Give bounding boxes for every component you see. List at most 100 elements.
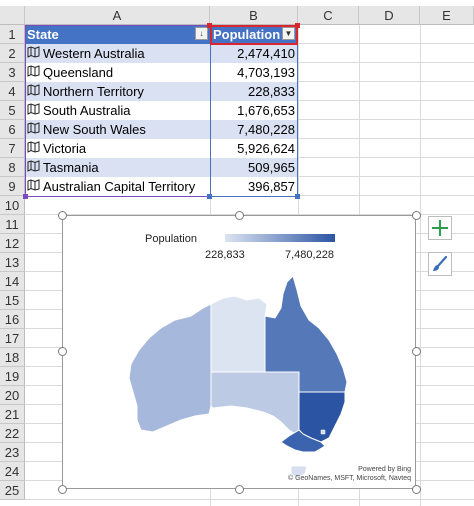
- column-header-d[interactable]: D: [359, 6, 420, 25]
- row-header-1[interactable]: 1: [0, 25, 25, 44]
- population-value[interactable]: 509,965: [210, 158, 298, 177]
- row-header-20[interactable]: 20: [0, 386, 25, 405]
- table-row[interactable]: New South Wales: [25, 120, 210, 139]
- legend-title: Population: [145, 233, 197, 245]
- region-australian-capital-territory[interactable]: [320, 429, 326, 435]
- legend-gradient: [225, 234, 335, 242]
- row-header-21[interactable]: 21: [0, 405, 25, 424]
- column-header-b[interactable]: B: [210, 6, 298, 25]
- map-icon: [27, 139, 40, 158]
- map-icon: [27, 101, 40, 120]
- map-icon: [27, 177, 40, 196]
- row-header-7[interactable]: 7: [0, 139, 25, 158]
- row-header-13[interactable]: 13: [0, 253, 25, 272]
- row-header-19[interactable]: 19: [0, 367, 25, 386]
- paintbrush-icon: [433, 255, 448, 271]
- map-icon: [27, 120, 40, 139]
- gridline: [25, 499, 474, 500]
- chart-resize-handle[interactable]: [58, 485, 67, 494]
- table-row[interactable]: Australian Capital Territory: [25, 177, 210, 196]
- range-handle[interactable]: [207, 23, 212, 28]
- row-header-15[interactable]: 15: [0, 291, 25, 310]
- state-name: Victoria: [43, 141, 87, 156]
- population-value[interactable]: 228,833: [210, 82, 298, 101]
- column-header-a[interactable]: A: [25, 6, 210, 25]
- map-icon: [27, 63, 40, 82]
- chart-resize-handle[interactable]: [412, 485, 421, 494]
- filter-button-population[interactable]: ▼: [282, 27, 295, 40]
- population-value[interactable]: 2,474,410: [210, 44, 298, 63]
- table-row[interactable]: South Australia: [25, 101, 210, 120]
- map-icon: [27, 158, 40, 177]
- state-name: Queensland: [43, 65, 114, 80]
- chart-resize-handle[interactable]: [58, 347, 67, 356]
- region-south-australia[interactable]: [210, 371, 300, 437]
- row-header-24[interactable]: 24: [0, 462, 25, 481]
- row-header-5[interactable]: 5: [0, 101, 25, 120]
- row-header-17[interactable]: 17: [0, 329, 25, 348]
- row-header-8[interactable]: 8: [0, 158, 25, 177]
- state-name: South Australia: [43, 103, 131, 118]
- table-row[interactable]: Northern Territory: [25, 82, 210, 101]
- row-header-12[interactable]: 12: [0, 234, 25, 253]
- attribution-sources: © GeoNames, MSFT, Microsoft, Navteq: [288, 474, 411, 482]
- range-handle[interactable]: [23, 194, 28, 199]
- state-name: New South Wales: [43, 122, 146, 137]
- chart-resize-handle[interactable]: [58, 211, 67, 220]
- row-header-23[interactable]: 23: [0, 443, 25, 462]
- map-icon: [27, 82, 40, 101]
- sort-filter-button-state[interactable]: ↓: [195, 27, 208, 40]
- table-row[interactable]: Western Australia: [25, 44, 210, 63]
- state-name: Tasmania: [43, 160, 99, 175]
- state-name: Western Australia: [43, 46, 145, 61]
- chart-styles-button[interactable]: [428, 252, 452, 276]
- filled-map-chart[interactable]: Population 228,833 7,480,228 Powered by …: [62, 215, 416, 489]
- range-handle[interactable]: [295, 23, 300, 28]
- chart-resize-handle[interactable]: [235, 485, 244, 494]
- table-header-population[interactable]: Population ▼: [210, 25, 298, 44]
- row-header-9[interactable]: 9: [0, 177, 25, 196]
- select-all-corner[interactable]: [0, 6, 25, 25]
- row-header-4[interactable]: 4: [0, 82, 25, 101]
- row-header-11[interactable]: 11: [0, 215, 25, 234]
- row-header-25[interactable]: 25: [0, 481, 25, 500]
- table-header-state[interactable]: State ↓: [25, 25, 210, 44]
- range-handle[interactable]: [207, 194, 212, 199]
- chart-resize-handle[interactable]: [412, 211, 421, 220]
- population-value[interactable]: 7,480,228: [210, 120, 298, 139]
- row-header-10[interactable]: 10: [0, 196, 25, 215]
- row-header-22[interactable]: 22: [0, 424, 25, 443]
- table-row[interactable]: Tasmania: [25, 158, 210, 177]
- row-header-14[interactable]: 14: [0, 272, 25, 291]
- plus-icon: [432, 220, 448, 236]
- row-header-2[interactable]: 2: [0, 44, 25, 63]
- header-state-label: State: [27, 27, 59, 42]
- header-population-label: Population: [213, 27, 281, 42]
- column-header-c[interactable]: C: [298, 6, 359, 25]
- chart-elements-button[interactable]: [428, 216, 452, 240]
- attribution-bing: Powered by Bing: [358, 466, 411, 473]
- gridline: [420, 25, 421, 506]
- population-value[interactable]: 4,703,193: [210, 63, 298, 82]
- chart-resize-handle[interactable]: [235, 211, 244, 220]
- legend-max: 7,480,228: [285, 249, 334, 261]
- table-row[interactable]: Queensland: [25, 63, 210, 82]
- chart-resize-handle[interactable]: [412, 347, 421, 356]
- range-handle[interactable]: [295, 194, 300, 199]
- region-western-australia[interactable]: [128, 303, 212, 433]
- population-value[interactable]: 1,676,653: [210, 101, 298, 120]
- table-row[interactable]: Victoria: [25, 139, 210, 158]
- row-header-16[interactable]: 16: [0, 310, 25, 329]
- population-value[interactable]: 5,926,624: [210, 139, 298, 158]
- state-name: Australian Capital Territory: [43, 179, 196, 194]
- region-northern-territory[interactable]: [210, 295, 268, 373]
- state-name: Northern Territory: [43, 84, 144, 99]
- row-header-6[interactable]: 6: [0, 120, 25, 139]
- map-svg: Population 228,833 7,480,228 Powered by …: [128, 233, 411, 482]
- column-header-e[interactable]: E: [420, 6, 474, 25]
- row-header-18[interactable]: 18: [0, 348, 25, 367]
- population-value[interactable]: 396,857: [210, 177, 298, 196]
- map-icon: [27, 44, 40, 63]
- region-new-south-wales[interactable]: [298, 391, 346, 443]
- row-header-3[interactable]: 3: [0, 63, 25, 82]
